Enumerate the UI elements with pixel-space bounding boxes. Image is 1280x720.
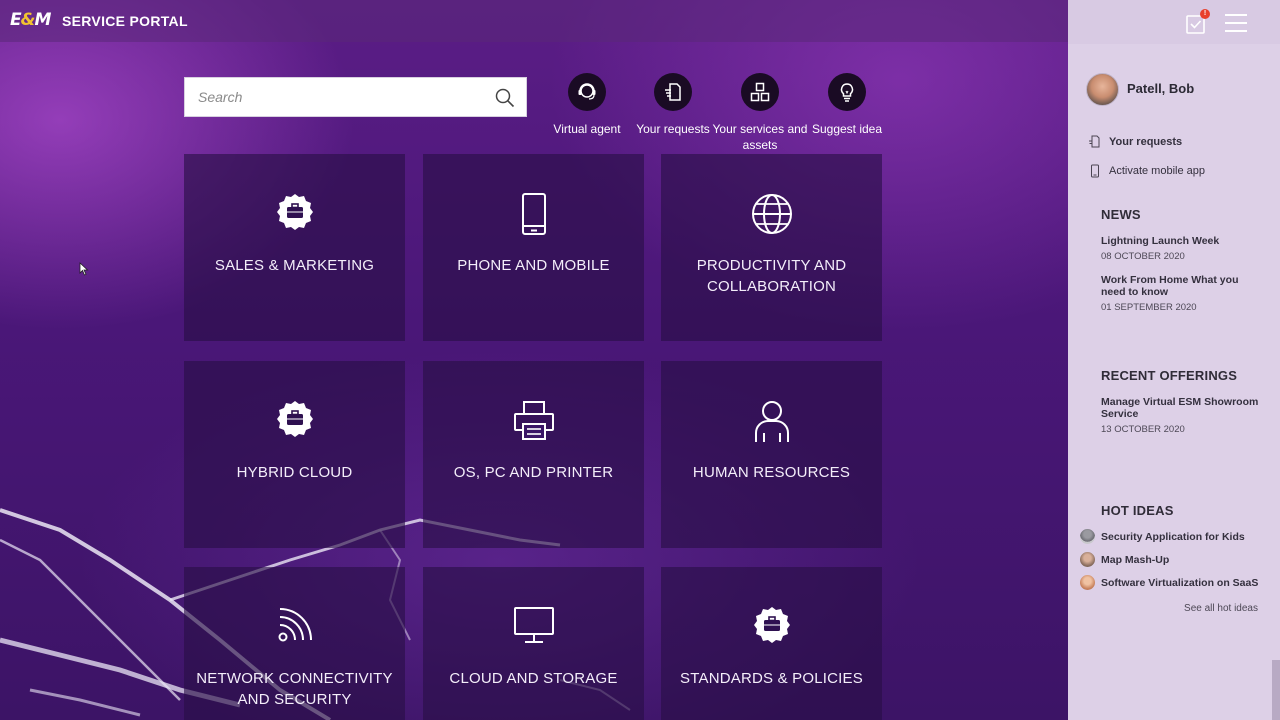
news-item-date: 08 OCTOBER 2020 (1101, 251, 1185, 262)
quick-action-label: Suggest idea (811, 122, 883, 136)
news-heading: NEWS (1101, 207, 1141, 222)
tile-human-resources[interactable]: HUMAN RESOURCES (661, 361, 882, 548)
offering-item-date: 13 OCTOBER 2020 (1101, 424, 1185, 435)
quick-action-services-assets[interactable]: Your services and assets (710, 73, 810, 153)
tile-network-security[interactable]: NETWORK CONNECTIVITY AND SECURITY (184, 567, 405, 720)
offering-item-title[interactable]: Manage Virtual ESM Showroom Service (1101, 396, 1265, 420)
tile-label: OS, PC AND PRINTER (453, 464, 614, 481)
news-item-title[interactable]: Work From Home What you need to know (1101, 274, 1265, 298)
quick-action-label: Your requests (636, 122, 710, 136)
tile-label: STANDARDS & POLICIES (680, 670, 863, 687)
services-assets-icon (750, 82, 770, 102)
virtual-agent-icon (578, 83, 596, 100)
brand-logo[interactable]: E&M (10, 10, 51, 32)
hot-idea-item[interactable]: Security Application for Kids (1080, 529, 1245, 544)
tile-label: SALES & MARKETING (214, 257, 375, 274)
notification-badge: ! (1200, 9, 1210, 19)
search-box[interactable] (184, 77, 527, 117)
sidebar-link-activate-mobile[interactable]: Activate mobile app (1088, 164, 1205, 178)
tile-productivity-collaboration[interactable]: PRODUCTIVITY AND COLLABORATION (661, 154, 882, 341)
avatar (1080, 529, 1095, 544)
search-input[interactable] (185, 78, 485, 116)
briefcase-badge-icon (276, 194, 313, 230)
hot-ideas-heading: HOT IDEAS (1101, 503, 1174, 518)
person-icon (754, 401, 789, 442)
quick-action-virtual-agent[interactable]: Virtual agent (537, 73, 637, 137)
news-item-date: 01 SEPTEMBER 2020 (1101, 302, 1197, 313)
sidebar-top-bar: ! (1068, 0, 1280, 44)
sidebar-scrollbar[interactable] (1272, 660, 1280, 720)
avatar (1080, 552, 1095, 567)
top-bar: E&M SERVICE PORTAL (0, 0, 1068, 42)
hot-idea-item[interactable]: Map Mash-Up (1080, 552, 1169, 567)
tile-cloud-storage[interactable]: CLOUD AND STORAGE (423, 567, 644, 720)
requests-icon (1089, 135, 1100, 148)
monitor-icon (513, 607, 554, 643)
tile-label: HUMAN RESOURCES (692, 464, 851, 481)
search-icon[interactable] (495, 88, 515, 108)
recent-offerings-heading: RECENT OFFERINGS (1101, 368, 1238, 383)
briefcase-badge-icon (753, 607, 790, 643)
hot-idea-item[interactable]: Software Virtualization on SaaS (1080, 575, 1258, 590)
sidebar-link-your-requests[interactable]: Your requests (1088, 135, 1182, 149)
printer-icon (513, 401, 554, 440)
globe-icon (751, 194, 792, 234)
tile-sales-marketing[interactable]: SALES & MARKETING (184, 154, 405, 341)
user-avatar[interactable] (1086, 73, 1119, 106)
requests-icon (665, 83, 681, 101)
tile-label: PRODUCTIVITY AND COLLABORATION (696, 257, 847, 295)
lightbulb-icon (840, 83, 854, 102)
avatar (1080, 575, 1095, 590)
mobile-icon (1091, 164, 1099, 178)
tile-os-pc-printer[interactable]: OS, PC AND PRINTER (423, 361, 644, 548)
quick-action-suggest-idea[interactable]: Suggest idea (797, 73, 897, 137)
news-item-title[interactable]: Lightning Launch Week (1101, 235, 1265, 247)
see-all-hot-ideas-link[interactable]: See all hot ideas (1184, 603, 1258, 614)
tile-phone-mobile[interactable]: PHONE AND MOBILE (423, 154, 644, 341)
tile-label: NETWORK CONNECTIVITY AND SECURITY (196, 670, 393, 708)
mouse-cursor-icon (79, 262, 89, 276)
right-sidebar: ! Patell, Bob Your requests Activate mob… (1068, 0, 1280, 720)
tile-label: PHONE AND MOBILE (457, 257, 610, 274)
quick-action-label: Virtual agent (553, 122, 621, 136)
tile-standards-policies[interactable]: STANDARDS & POLICIES (661, 567, 882, 720)
briefcase-badge-icon (276, 401, 313, 437)
mobile-phone-icon (521, 193, 546, 235)
quick-action-label: Your services and assets (712, 122, 808, 152)
user-name[interactable]: Patell, Bob (1127, 81, 1194, 96)
wifi-icon (278, 608, 312, 642)
hamburger-menu-icon[interactable] (1224, 13, 1248, 33)
portal-title: SERVICE PORTAL (62, 13, 188, 29)
quick-action-your-requests[interactable]: Your requests (623, 73, 723, 137)
tile-hybrid-cloud[interactable]: HYBRID CLOUD (184, 361, 405, 548)
tile-label: HYBRID CLOUD (236, 464, 353, 481)
tile-label: CLOUD AND STORAGE (449, 670, 618, 687)
